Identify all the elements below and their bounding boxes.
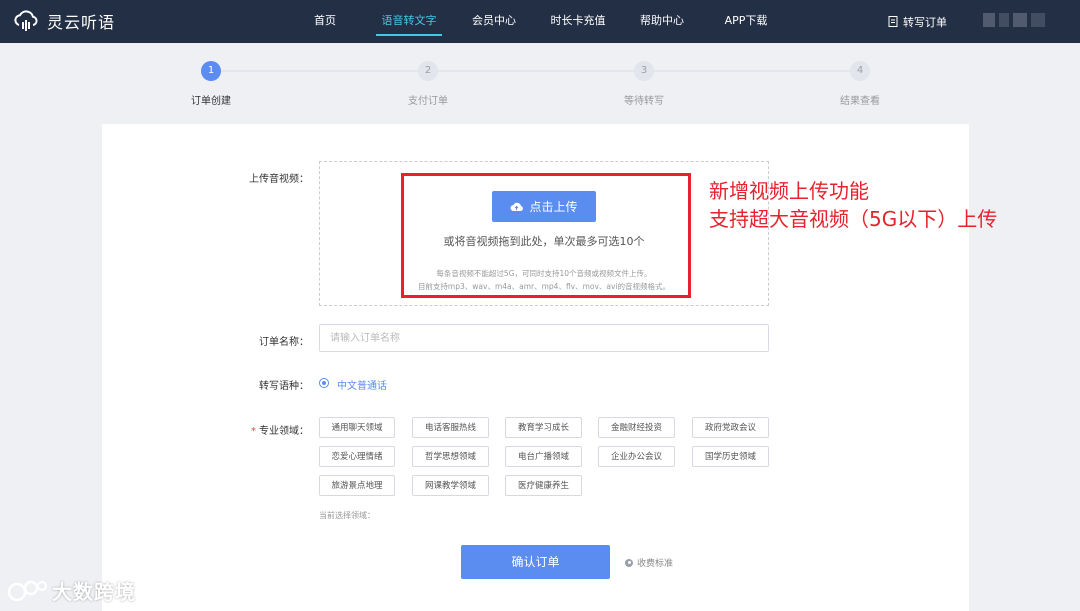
info-icon (625, 558, 633, 567)
language-radio-mandarin[interactable] (319, 378, 329, 388)
domain-label-text: 专业领域： (259, 426, 309, 437)
nav-help-center[interactable]: 帮助中心 (634, 0, 690, 43)
nav-home[interactable]: 首页 (305, 0, 345, 43)
domain-tag[interactable]: 企业办公会议 (598, 446, 675, 467)
step-3-label: 等待转写 (624, 96, 664, 107)
step-2-label: 支付订单 (408, 96, 448, 107)
order-name-label: 订单名称： (259, 337, 309, 348)
domain-tag[interactable]: 政府党政会议 (692, 417, 769, 438)
step-connector (654, 70, 850, 72)
nav-speech-to-text[interactable]: 语音转文字 (376, 0, 442, 43)
domain-tag[interactable]: 电台广播领域 (505, 446, 582, 467)
domain-tag[interactable]: 通用聊天领域 (319, 417, 395, 438)
domain-label: * 专业领域： (209, 422, 309, 437)
domain-tag[interactable]: 哲学思想领域 (412, 446, 489, 467)
document-icon (888, 16, 898, 27)
step-4-label: 结果查看 (840, 96, 880, 107)
step-1-circle: 1 (201, 61, 221, 81)
step-4-circle: 4 (850, 61, 870, 81)
brand-logo[interactable]: 灵云听语 (12, 9, 115, 33)
fee-standard-link[interactable]: 收费标准 (625, 556, 673, 569)
user-account-blurred[interactable] (983, 13, 1045, 27)
fee-standard-label: 收费标准 (637, 559, 674, 569)
transcription-orders-link[interactable]: 转写订单 (888, 0, 947, 43)
domain-tag[interactable]: 国学历史领域 (692, 446, 769, 467)
confirm-order-button[interactable]: 确认订单 (461, 545, 610, 579)
language-label: 转写语种： (259, 381, 309, 392)
nav-active-indicator (376, 34, 442, 36)
top-navbar: 灵云听语 首页 语音转文字 会员中心 时长卡充值 帮助中心 APP下载 转写订单 (0, 0, 1080, 43)
required-mark: * (251, 426, 256, 437)
language-option-label[interactable]: 中文普通话 (337, 377, 387, 392)
nav-time-card-recharge[interactable]: 时长卡充值 (545, 0, 611, 43)
step-connector (220, 70, 418, 72)
current-domain-label: 当前选择领域： (319, 511, 375, 520)
step-3-circle: 3 (634, 61, 654, 81)
brand-name: 灵云听语 (47, 13, 116, 32)
domain-tag[interactable]: 旅游景点地理 (319, 475, 395, 496)
nav-member-center[interactable]: 会员中心 (466, 0, 522, 43)
annotation-highlight-box (401, 173, 691, 298)
domain-tag[interactable]: 网课教学领域 (412, 475, 489, 496)
step-1-label: 订单创建 (191, 96, 231, 107)
watermark-text: 大数跨境 (52, 580, 136, 604)
step-connector (437, 70, 635, 72)
domain-tag[interactable]: 金融财经投资 (598, 417, 675, 438)
cloud-logo-icon (14, 10, 38, 31)
watermark: 大数跨境 (6, 576, 136, 605)
domain-tag[interactable]: 恋爱心理情绪 (319, 446, 395, 467)
upload-label: 上传音视频： (249, 174, 309, 185)
nav-app-download[interactable]: APP下载 (718, 0, 774, 43)
annotation-line-2: 支持超大音视频（5G以下）上传 (709, 207, 998, 231)
transcription-orders-label: 转写订单 (903, 15, 947, 29)
step-2-circle: 2 (418, 61, 438, 81)
order-name-input[interactable] (319, 324, 769, 352)
domain-tag[interactable]: 教育学习成长 (505, 417, 582, 438)
domain-tag[interactable]: 医疗健康养生 (505, 475, 582, 496)
annotation-line-1: 新增视频上传功能 (709, 179, 869, 203)
watermark-logo-icon (7, 580, 47, 601)
domain-tag[interactable]: 电话客服热线 (412, 417, 489, 438)
